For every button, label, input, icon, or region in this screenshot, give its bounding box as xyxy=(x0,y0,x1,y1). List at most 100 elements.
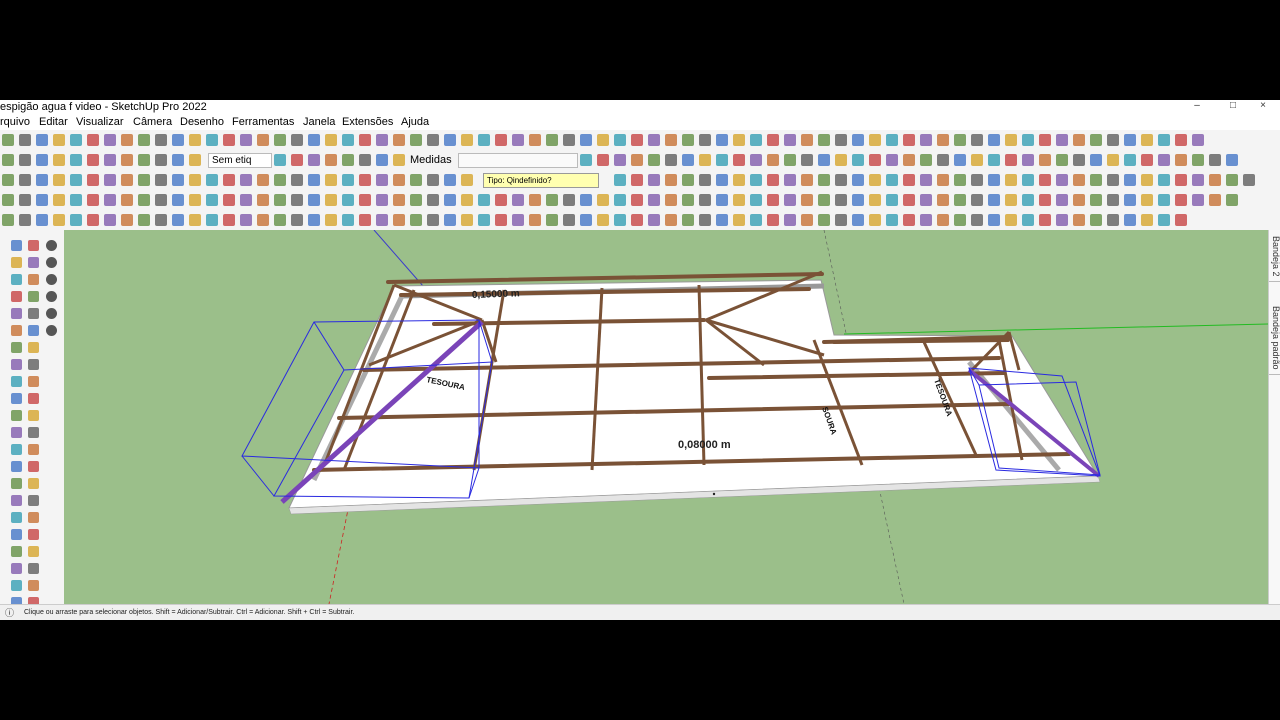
tool-icon[interactable] xyxy=(172,214,184,226)
tool-icon[interactable] xyxy=(852,134,864,146)
tool-icon[interactable] xyxy=(478,214,490,226)
tool-icon[interactable] xyxy=(1022,174,1034,186)
tool-icon[interactable] xyxy=(750,174,762,186)
tool-icon[interactable] xyxy=(104,174,116,186)
tool-icon[interactable] xyxy=(359,154,371,166)
tool-icon[interactable] xyxy=(733,134,745,146)
tool-icon[interactable] xyxy=(393,154,405,166)
tool-icon[interactable] xyxy=(28,580,39,591)
tool-icon[interactable] xyxy=(28,274,39,285)
tool-icon[interactable] xyxy=(699,174,711,186)
tool-icon[interactable] xyxy=(665,214,677,226)
tool-icon[interactable] xyxy=(971,154,983,166)
tool-icon[interactable] xyxy=(852,154,864,166)
tool-icon[interactable] xyxy=(28,546,39,557)
tool-icon[interactable] xyxy=(1090,174,1102,186)
tool-icon[interactable] xyxy=(988,214,1000,226)
tool-icon[interactable] xyxy=(138,154,150,166)
tool-icon[interactable] xyxy=(189,214,201,226)
tool-icon[interactable] xyxy=(682,174,694,186)
tool-icon[interactable] xyxy=(53,134,65,146)
tool-icon[interactable] xyxy=(257,134,269,146)
tool-icon[interactable] xyxy=(614,154,626,166)
tool-icon[interactable] xyxy=(11,410,22,421)
tool-icon[interactable] xyxy=(699,154,711,166)
tool-icon[interactable] xyxy=(206,134,218,146)
tool-icon[interactable] xyxy=(971,174,983,186)
tool-icon[interactable] xyxy=(818,194,830,206)
tool-icon[interactable] xyxy=(512,134,524,146)
tool-icon[interactable] xyxy=(1175,174,1187,186)
tool-icon[interactable] xyxy=(461,174,473,186)
tool-icon[interactable] xyxy=(1039,194,1051,206)
tool-icon[interactable] xyxy=(46,308,57,319)
tool-icon[interactable] xyxy=(1124,194,1136,206)
tool-icon[interactable] xyxy=(597,194,609,206)
tool-icon[interactable] xyxy=(1022,214,1034,226)
menu-editar[interactable]: Editar xyxy=(39,114,68,130)
tool-icon[interactable] xyxy=(767,214,779,226)
tool-icon[interactable] xyxy=(121,134,133,146)
tool-icon[interactable] xyxy=(835,154,847,166)
tool-icon[interactable] xyxy=(852,194,864,206)
tool-icon[interactable] xyxy=(631,134,643,146)
tool-icon[interactable] xyxy=(19,174,31,186)
tool-icon[interactable] xyxy=(988,174,1000,186)
tool-icon[interactable] xyxy=(28,427,39,438)
tool-icon[interactable] xyxy=(682,214,694,226)
info-icon[interactable]: ⓘ xyxy=(5,605,14,620)
measurements-box[interactable] xyxy=(458,153,578,168)
tool-icon[interactable] xyxy=(11,444,22,455)
tool-icon[interactable] xyxy=(257,194,269,206)
tool-icon[interactable] xyxy=(580,194,592,206)
tool-icon[interactable] xyxy=(410,214,422,226)
tool-icon[interactable] xyxy=(699,194,711,206)
tool-icon[interactable] xyxy=(988,154,1000,166)
tool-icon[interactable] xyxy=(750,194,762,206)
tool-icon[interactable] xyxy=(835,134,847,146)
tool-icon[interactable] xyxy=(53,174,65,186)
tool-icon[interactable] xyxy=(393,134,405,146)
tool-icon[interactable] xyxy=(1056,194,1068,206)
tool-icon[interactable] xyxy=(11,580,22,591)
tool-icon[interactable] xyxy=(11,342,22,353)
tool-icon[interactable] xyxy=(1192,154,1204,166)
tool-icon[interactable] xyxy=(801,194,813,206)
tool-icon[interactable] xyxy=(716,134,728,146)
tool-icon[interactable] xyxy=(1107,154,1119,166)
tool-icon[interactable] xyxy=(36,174,48,186)
tool-icon[interactable] xyxy=(121,214,133,226)
tool-icon[interactable] xyxy=(529,214,541,226)
tool-icon[interactable] xyxy=(19,214,31,226)
menu-ferramentas[interactable]: Ferramentas xyxy=(232,114,294,130)
tool-icon[interactable] xyxy=(682,134,694,146)
tool-icon[interactable] xyxy=(818,174,830,186)
tool-icon[interactable] xyxy=(1005,134,1017,146)
tool-icon[interactable] xyxy=(28,444,39,455)
tool-icon[interactable] xyxy=(903,134,915,146)
tool-icon[interactable] xyxy=(121,174,133,186)
menu-extensoes[interactable]: Extensões xyxy=(342,114,393,130)
tool-icon[interactable] xyxy=(28,240,39,251)
tool-icon[interactable] xyxy=(886,154,898,166)
tool-icon[interactable] xyxy=(903,194,915,206)
tool-icon[interactable] xyxy=(920,214,932,226)
tool-icon[interactable] xyxy=(11,529,22,540)
tool-icon[interactable] xyxy=(240,134,252,146)
tool-icon[interactable] xyxy=(461,194,473,206)
tool-icon[interactable] xyxy=(87,174,99,186)
tool-icon[interactable] xyxy=(11,240,22,251)
tool-icon[interactable] xyxy=(988,134,1000,146)
tool-icon[interactable] xyxy=(818,154,830,166)
tool-icon[interactable] xyxy=(104,194,116,206)
tool-icon[interactable] xyxy=(835,174,847,186)
tool-icon[interactable] xyxy=(699,214,711,226)
tool-icon[interactable] xyxy=(325,154,337,166)
tool-icon[interactable] xyxy=(784,174,796,186)
tool-icon[interactable] xyxy=(886,174,898,186)
tool-icon[interactable] xyxy=(28,529,39,540)
tool-icon[interactable] xyxy=(1073,134,1085,146)
tool-icon[interactable] xyxy=(28,342,39,353)
tool-icon[interactable] xyxy=(359,134,371,146)
tool-icon[interactable] xyxy=(869,194,881,206)
